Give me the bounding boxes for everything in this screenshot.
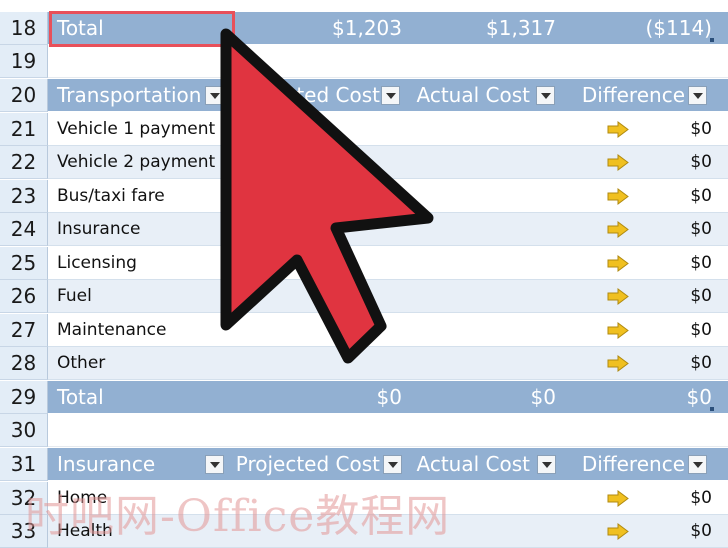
header-category[interactable]: Transportation — [57, 79, 201, 111]
right-arrow-icon — [607, 355, 629, 372]
total-label[interactable]: Total — [57, 381, 104, 413]
row-number[interactable]: 27 — [0, 314, 48, 347]
filter-dropdown-button[interactable] — [536, 86, 555, 105]
item-difference[interactable]: $0 — [690, 247, 712, 279]
right-arrow-icon — [607, 221, 629, 238]
table-row: 19 — [0, 45, 728, 78]
chevron-down-icon — [540, 92, 551, 99]
chevron-down-icon — [692, 461, 703, 468]
item-difference[interactable]: $0 — [690, 280, 712, 312]
table-row: 28 Other $0 — [0, 347, 728, 380]
row-number[interactable]: 18 — [0, 12, 48, 45]
header-projected-cost[interactable]: Projected Cost — [236, 79, 380, 111]
table-row: 30 — [0, 414, 728, 447]
total-projected[interactable]: $1,203 — [332, 12, 402, 44]
header-difference[interactable]: Difference — [582, 79, 685, 111]
cell-selection-highlight — [49, 11, 235, 47]
row-number[interactable]: 26 — [0, 280, 48, 313]
chevron-down-icon — [209, 92, 220, 99]
item-difference[interactable]: $0 — [690, 180, 712, 212]
item-difference[interactable]: $0 — [690, 146, 712, 178]
item-label[interactable]: Bus/taxi fare — [57, 180, 165, 212]
table-row: 24 Insurance $0 — [0, 213, 728, 246]
chevron-down-icon — [692, 92, 703, 99]
total-projected[interactable]: $0 — [377, 381, 402, 413]
filter-dropdown-button[interactable] — [205, 455, 224, 474]
table-row: 26 Fuel $0 — [0, 280, 728, 313]
right-arrow-icon — [607, 121, 629, 138]
right-arrow-icon — [607, 255, 629, 272]
row-number[interactable]: 23 — [0, 180, 48, 213]
table-row: 23 Bus/taxi fare $0 — [0, 180, 728, 213]
item-difference[interactable]: $0 — [690, 482, 712, 514]
total-actual[interactable]: $0 — [531, 381, 556, 413]
right-arrow-icon — [607, 490, 629, 507]
right-arrow-icon — [607, 154, 629, 171]
row-number[interactable]: 25 — [0, 247, 48, 280]
watermark-text: 时吧网-Office教程网 — [25, 491, 451, 542]
table-row: 20 Transportation Projected Cost Actual … — [0, 79, 728, 112]
total-difference[interactable]: ($114) — [645, 12, 712, 44]
item-difference[interactable]: $0 — [690, 314, 712, 346]
table-row: 27 Maintenance $0 — [0, 314, 728, 347]
right-arrow-icon — [607, 322, 629, 339]
table-row: 21 Vehicle 1 payment $0 — [0, 113, 728, 146]
filter-dropdown-button[interactable] — [383, 455, 402, 474]
row-number[interactable]: 30 — [0, 414, 48, 447]
item-label[interactable]: Maintenance — [57, 314, 166, 346]
table-resize-handle[interactable] — [710, 407, 714, 411]
row-number[interactable]: 22 — [0, 146, 48, 179]
total-actual[interactable]: $1,317 — [486, 12, 556, 44]
filter-dropdown-button[interactable] — [381, 86, 400, 105]
item-label[interactable]: Fuel — [57, 280, 92, 312]
right-arrow-icon — [607, 188, 629, 205]
right-arrow-icon — [607, 523, 629, 540]
chevron-down-icon — [209, 461, 220, 468]
row-number[interactable]: 29 — [0, 381, 48, 414]
header-actual-cost[interactable]: Actual Cost — [417, 79, 530, 111]
chevron-down-icon — [387, 461, 398, 468]
table-row: 31 Insurance Projected Cost Actual Cost … — [0, 448, 728, 481]
row-number[interactable]: 19 — [0, 45, 48, 78]
item-label[interactable]: Licensing — [57, 247, 137, 279]
item-difference[interactable]: $0 — [690, 347, 712, 379]
table-row: 22 Vehicle 2 payment $0 — [0, 146, 728, 179]
chevron-down-icon — [541, 461, 552, 468]
item-difference[interactable]: $0 — [690, 213, 712, 245]
header-projected-cost[interactable]: Projected Cost — [236, 448, 380, 480]
item-label[interactable]: Insurance — [57, 213, 140, 245]
row-number[interactable]: 21 — [0, 113, 48, 146]
filter-dropdown-button[interactable] — [537, 455, 556, 474]
row-number[interactable]: 28 — [0, 347, 48, 380]
filter-dropdown-button[interactable] — [688, 86, 707, 105]
row-number[interactable]: 31 — [0, 448, 48, 481]
total-difference[interactable]: $0 — [687, 381, 712, 413]
item-difference[interactable]: $0 — [690, 515, 712, 547]
header-actual-cost[interactable]: Actual Cost — [417, 448, 530, 480]
row-number[interactable]: 20 — [0, 79, 48, 112]
empty-row-cells[interactable] — [48, 414, 728, 447]
chevron-down-icon — [385, 92, 396, 99]
row-number[interactable]: 24 — [0, 213, 48, 246]
header-category[interactable]: Insurance — [57, 448, 155, 480]
spreadsheet: 18 Total $1,203 $1,317 ($114) 19 20 Tran… — [0, 0, 728, 548]
filter-dropdown-button[interactable] — [205, 86, 224, 105]
table-resize-handle[interactable] — [710, 38, 714, 42]
right-arrow-icon — [607, 288, 629, 305]
filter-dropdown-button[interactable] — [688, 455, 707, 474]
item-label[interactable]: Vehicle 1 payment — [57, 113, 215, 145]
item-difference[interactable]: $0 — [690, 113, 712, 145]
table-row: 25 Licensing $0 — [0, 247, 728, 280]
table-row: 29 Total $0 $0 $0 — [0, 381, 728, 414]
header-difference[interactable]: Difference — [582, 448, 685, 480]
item-label[interactable]: Other — [57, 347, 105, 379]
item-label[interactable]: Vehicle 2 payment — [57, 146, 215, 178]
empty-row-cells[interactable] — [48, 45, 728, 78]
